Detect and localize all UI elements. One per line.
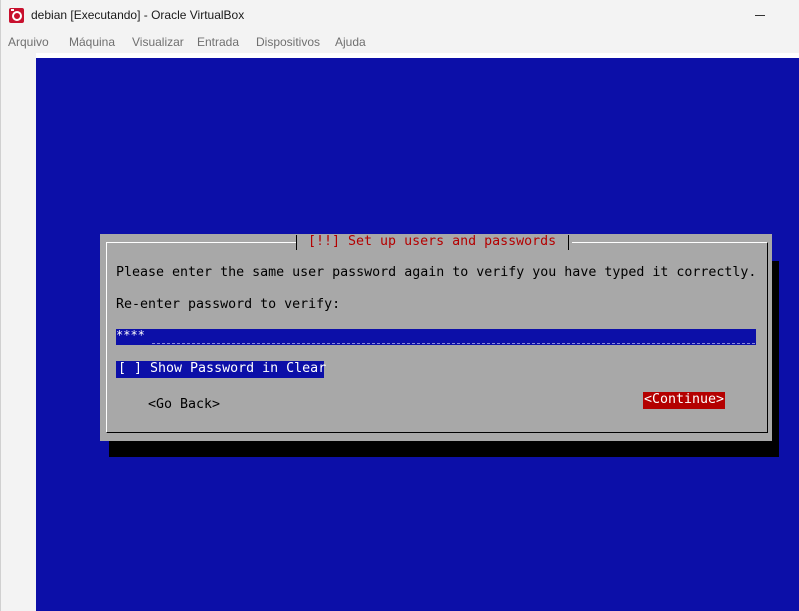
dialog-title-left-border [296,235,297,250]
menu-dispositivos[interactable]: Dispositivos [256,35,320,49]
virtualbox-window: debian [Executando] - Oracle VirtualBox … [0,0,799,611]
vm-screen[interactable]: [!!] Set up users and passwords Please e… [36,58,799,611]
go-back-label: <Go Back> [148,397,221,412]
input-underline [152,342,755,344]
dialog-title: [!!] Set up users and passwords [308,234,557,249]
menu-ajuda[interactable]: Ajuda [335,35,366,49]
virtualbox-icon [9,8,24,23]
menu-visualizar[interactable]: Visualizar [132,35,184,49]
show-password-checkbox[interactable]: [ ] Show Password in Clear [116,361,327,378]
show-password-label: [ ] Show Password in Clear [118,361,327,376]
title-bar[interactable]: debian [Executando] - Oracle VirtualBox [1,0,799,31]
instruction-text: Please enter the same user password agai… [116,265,757,280]
continue-button[interactable]: <Continue> [643,392,726,409]
left-margin [1,53,36,611]
window-title: debian [Executando] - Oracle VirtualBox [31,8,245,22]
continue-label: <Continue> [644,392,725,407]
menu-entrada[interactable]: Entrada [197,35,239,49]
go-back-button[interactable]: <Go Back> [148,393,220,412]
minimize-icon [755,15,765,16]
password-verify-input[interactable]: **** [116,328,756,345]
menu-arquivo[interactable]: Arquivo [8,35,49,49]
password-masked-value: **** [116,328,145,342]
password-field-label: Re-enter password to verify: [116,297,341,312]
dialog-title-right-border [568,235,569,250]
menu-bar: Arquivo Máquina Visualizar Entrada Dispo… [1,31,799,53]
minimize-button[interactable] [741,0,781,31]
menu-maquina[interactable]: Máquina [69,35,115,49]
installer-dialog: [!!] Set up users and passwords Please e… [100,234,772,441]
